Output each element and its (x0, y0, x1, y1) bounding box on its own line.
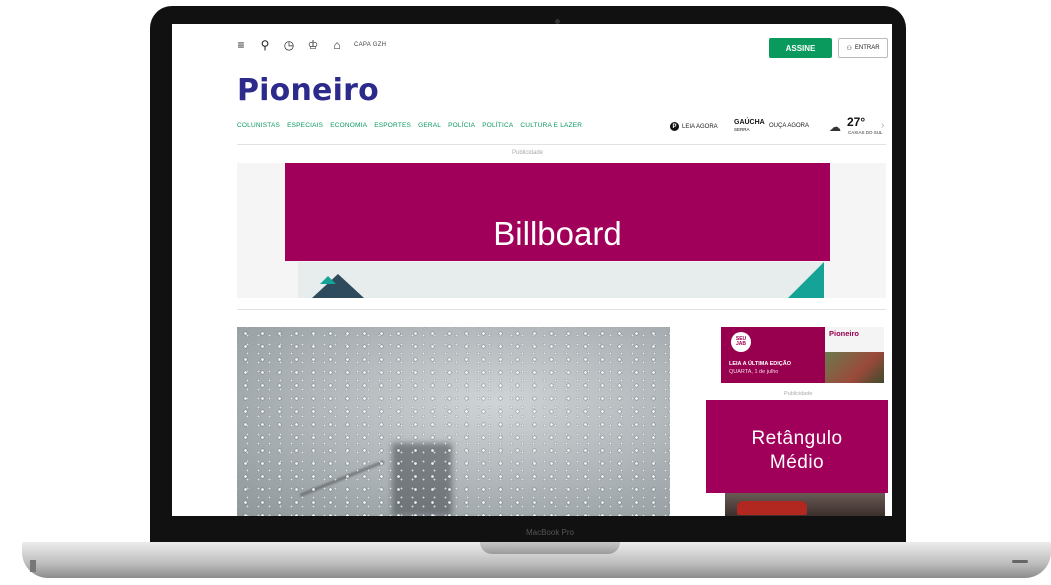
laptop-model-label: MacBook Pro (525, 528, 575, 537)
browser-viewport: ≡ ⚲ ◷ ♔ ⌂ CAPA GZH ASSINE ⚇ ENTRAR Pione… (172, 24, 892, 516)
header-divider (237, 144, 886, 145)
nav-item-especiais[interactable]: ESPECIAIS (287, 122, 323, 129)
weather-city: CAXIAS DO SUL (848, 130, 883, 135)
ouca-agora-link[interactable]: OUÇA AGORA (769, 123, 809, 129)
content-divider (237, 309, 886, 310)
retangulo-line1: Retângulo (751, 427, 843, 449)
nav-item-policia[interactable]: POLÍCIA (448, 122, 475, 129)
promo-badge: SEU JAB (731, 332, 751, 352)
mountain-accent (320, 276, 336, 284)
jornal-icon: P (670, 122, 679, 131)
leia-agora-link[interactable]: P LEIA AGORA (670, 122, 718, 131)
nav-item-geral[interactable]: GERAL (418, 122, 441, 129)
nav-item-esportes[interactable]: ESPORTES (374, 122, 411, 129)
home-icon[interactable]: ⌂ (330, 38, 344, 52)
nav-item-economia[interactable]: ECONOMIA (330, 122, 367, 129)
newspaper-brand: Pioneiro (829, 329, 860, 338)
search-icon[interactable]: ⚲ (258, 38, 272, 52)
retangulo-medio-placeholder[interactable]: Retângulo Médio (706, 400, 888, 493)
nav-item-cultura[interactable]: CULTURA E LAZER (520, 122, 582, 129)
edition-promo[interactable]: SEU JAB LEIA A ÚLTIMA EDIÇÃO QUARTA, 1 d… (721, 327, 884, 383)
newspaper-photo (825, 352, 884, 383)
clock-icon[interactable]: ◷ (282, 38, 296, 52)
laptop-vent (1012, 560, 1028, 563)
capa-gzh-link[interactable]: CAPA GZH (354, 42, 386, 48)
chevron-right-icon[interactable]: › (881, 120, 884, 131)
raindrops-overlay (237, 327, 670, 516)
crown-icon[interactable]: ♔ (306, 38, 320, 52)
entrar-button[interactable]: ⚇ ENTRAR (838, 38, 888, 58)
car-shape (737, 501, 807, 515)
gaucha-logo[interactable]: GAÚCHA SERRA (734, 119, 765, 133)
nav-item-colunistas[interactable]: COLUNISTAS (237, 122, 280, 129)
section-nav: COLUNISTAS ESPECIAIS ECONOMIA ESPORTES G… (237, 122, 582, 129)
car-ad-image[interactable] (725, 493, 885, 516)
billboard-placeholder[interactable]: Billboard (285, 163, 830, 261)
retangulo-line2: Médio (769, 451, 825, 473)
leia-label: LEIA AGORA (682, 123, 718, 130)
header-toolbar: ≡ ⚲ ◷ ♔ ⌂ CAPA GZH (234, 38, 386, 52)
hamburger-icon[interactable]: ≡ (234, 38, 248, 52)
user-icon: ⚇ (846, 45, 852, 52)
ad-creative-strip[interactable] (298, 262, 824, 298)
gaucha-sub: SERRA (734, 127, 750, 132)
nav-item-politica[interactable]: POLÍTICA (482, 122, 513, 129)
publicidade-label: Publicidade (512, 150, 544, 156)
cloud-icon: ☁ (829, 120, 841, 134)
promo-date: QUARTA, 1 de julho (729, 369, 779, 375)
promo-headline: LEIA A ÚLTIMA EDIÇÃO (729, 361, 792, 367)
laptop-port (30, 560, 36, 572)
corner-shape (788, 262, 824, 298)
weather-temperature[interactable]: 27° (847, 115, 865, 129)
publicidade-label-2: Publicidade (784, 391, 813, 397)
site-logo[interactable]: Pioneiro (237, 73, 379, 108)
gaucha-label: GAÚCHA (734, 119, 765, 126)
laptop-notch (480, 542, 620, 554)
hero-image[interactable] (237, 327, 670, 516)
entrar-label: ENTRAR (854, 45, 880, 51)
assine-button[interactable]: ASSINE (769, 38, 832, 58)
